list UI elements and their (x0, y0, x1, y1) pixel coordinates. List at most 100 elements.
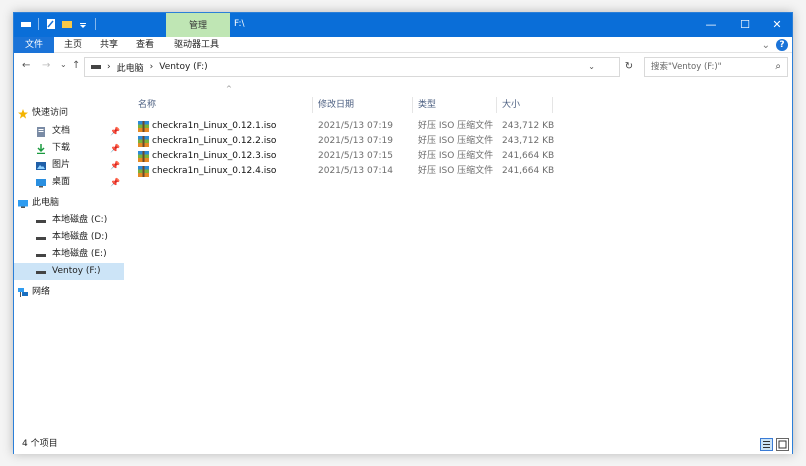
column-divider[interactable] (552, 97, 553, 113)
column-divider[interactable] (412, 97, 413, 113)
sidebar-item-desktop[interactable]: 桌面 📌 (14, 174, 124, 191)
tab-home[interactable]: 主页 (56, 37, 90, 53)
tab-manage[interactable]: 管理 (166, 13, 230, 37)
sidebar-item-label: 本地磁盘 (C:) (52, 215, 108, 225)
sidebar-item-documents[interactable]: 文档 📌 (14, 123, 124, 140)
drive-icon (36, 237, 46, 240)
expand-ribbon-icon[interactable]: ⌄ (762, 40, 770, 51)
tab-view[interactable]: 查看 (128, 37, 162, 53)
pin-icon[interactable]: 📌 (110, 174, 120, 191)
file-name: checkra1n_Linux_0.12.2.iso (152, 136, 277, 146)
navigation-pane: 快速访问 文档 📌 下载 📌 图片 📌 桌面 📌 此电脑 本地磁盘 (C:) 本… (14, 81, 124, 435)
file-size: 243,712 KB (502, 136, 555, 146)
sidebar-item-label: 下载 (52, 143, 71, 153)
column-header-label: 大小 (502, 100, 521, 110)
back-button[interactable]: ← (22, 60, 30, 71)
up-button[interactable]: ↑ (72, 60, 80, 71)
sidebar-item-drive-e[interactable]: 本地磁盘 (E:) (14, 246, 124, 263)
refresh-button[interactable]: ↻ (622, 57, 636, 77)
file-type: 好压 ISO 压缩文件 (418, 151, 494, 161)
table-row[interactable]: checkra1n_Linux_0.12.2.iso 2021/5/13 07:… (132, 134, 562, 149)
address-bar[interactable]: › 此电脑 › Ventoy (F:) ⌄ (84, 57, 620, 77)
table-row[interactable]: checkra1n_Linux_0.12.3.iso 2021/5/13 07:… (132, 149, 562, 164)
file-list: 名称 ^ 修改日期 类型 大小 checkra1n_Linux_0.12.1.i… (132, 81, 792, 435)
breadcrumb-this-pc[interactable]: 此电脑 (117, 61, 144, 74)
address-dropdown-icon[interactable]: ⌄ (588, 62, 595, 71)
drive-icon (91, 65, 101, 69)
sidebar-item-pictures[interactable]: 图片 📌 (14, 157, 124, 174)
file-size: 241,664 KB (502, 166, 555, 176)
window-title: F:\ (234, 19, 245, 29)
column-header-name[interactable]: 名称 (138, 97, 312, 113)
column-divider[interactable] (312, 97, 313, 113)
customize-toolbar-icon[interactable] (77, 18, 89, 30)
file-name: checkra1n_Linux_0.12.1.iso (152, 121, 277, 131)
column-header-date[interactable]: 修改日期 (318, 97, 412, 113)
desktop-icon (36, 179, 46, 188)
forward-button[interactable]: → (42, 60, 50, 71)
tab-share[interactable]: 共享 (92, 37, 126, 53)
column-header-type[interactable]: 类型 (418, 97, 496, 113)
sidebar-item-label: 文档 (52, 126, 71, 136)
sidebar-item-label: 本地磁盘 (D:) (52, 232, 108, 242)
toolbar-divider (38, 18, 39, 30)
sidebar-item-label: 快速访问 (32, 108, 69, 118)
title-bar: 管理 F:\ — ☐ ✕ (14, 13, 792, 37)
drive-icon (36, 220, 46, 223)
large-icons-view-button[interactable] (776, 438, 789, 451)
archive-icon (138, 136, 149, 147)
table-row[interactable]: checkra1n_Linux_0.12.4.iso 2021/5/13 07:… (132, 164, 562, 179)
window-menu-icon[interactable] (20, 18, 32, 30)
close-button[interactable]: ✕ (760, 13, 794, 37)
sidebar-item-downloads[interactable]: 下载 📌 (14, 140, 124, 157)
recent-locations-button[interactable]: ⌄ (60, 60, 67, 69)
sidebar-item-label: Ventoy (F:) (52, 266, 101, 276)
toolbar-divider (95, 18, 96, 30)
details-view-button[interactable] (760, 438, 773, 451)
sidebar-item-drive-d[interactable]: 本地磁盘 (D:) (14, 229, 124, 246)
maximize-button[interactable]: ☐ (728, 13, 762, 37)
sidebar-item-drive-c[interactable]: 本地磁盘 (C:) (14, 212, 124, 229)
document-icon (37, 127, 45, 137)
star-icon (18, 109, 28, 119)
sidebar-item-label: 桌面 (52, 177, 71, 187)
breadcrumb-ventoy[interactable]: Ventoy (F:) (159, 62, 207, 72)
column-divider[interactable] (496, 97, 497, 113)
archive-icon (138, 151, 149, 162)
file-date: 2021/5/13 07:14 (318, 166, 393, 176)
pin-icon[interactable]: 📌 (110, 157, 120, 174)
search-icon[interactable]: ⌕ (775, 58, 781, 76)
minimize-button[interactable]: — (694, 13, 728, 37)
sidebar-item-this-pc[interactable]: 此电脑 (14, 195, 124, 212)
sort-ascending-icon: ^ (226, 85, 232, 93)
ribbon-tabs: 文件 主页 共享 查看 驱动器工具 ⌄ ? (14, 37, 792, 53)
breadcrumb-separator: › (107, 62, 111, 72)
network-icon (18, 288, 28, 297)
sidebar-item-ventoy[interactable]: Ventoy (F:) (14, 263, 124, 280)
archive-icon (138, 121, 149, 132)
monitor-icon (18, 200, 28, 208)
column-header-label: 名称 (138, 100, 157, 110)
new-folder-icon[interactable] (61, 18, 73, 30)
properties-icon[interactable] (45, 18, 57, 30)
help-icon[interactable]: ? (776, 39, 788, 51)
file-type: 好压 ISO 压缩文件 (418, 121, 494, 131)
sidebar-item-label: 图片 (52, 160, 71, 170)
drive-icon (36, 254, 46, 257)
sidebar-item-label: 网络 (32, 287, 51, 297)
navigation-bar: ← → ⌄ ↑ › 此电脑 › Ventoy (F:) ⌄ ↻ 搜索"Vento… (14, 53, 792, 81)
breadcrumb-separator: › (149, 62, 154, 72)
pin-icon[interactable]: 📌 (110, 140, 120, 157)
column-header-size[interactable]: 大小 (502, 97, 552, 113)
sidebar-item-network[interactable]: 网络 (14, 284, 124, 301)
details-view-icon (763, 441, 770, 448)
search-placeholder: 搜索"Ventoy (F:)" (651, 62, 722, 72)
table-row[interactable]: checkra1n_Linux_0.12.1.iso 2021/5/13 07:… (132, 119, 562, 134)
file-name-cell: checkra1n_Linux_0.12.2.iso (136, 134, 276, 149)
tab-file[interactable]: 文件 (14, 37, 54, 53)
tab-drive-tools[interactable]: 驱动器工具 (166, 37, 227, 53)
sidebar-item-quick-access[interactable]: 快速访问 (14, 105, 124, 122)
ribbon-controls: ⌄ ? (762, 39, 788, 51)
pin-icon[interactable]: 📌 (110, 123, 120, 140)
search-input[interactable]: 搜索"Ventoy (F:)" ⌕ (644, 57, 788, 77)
